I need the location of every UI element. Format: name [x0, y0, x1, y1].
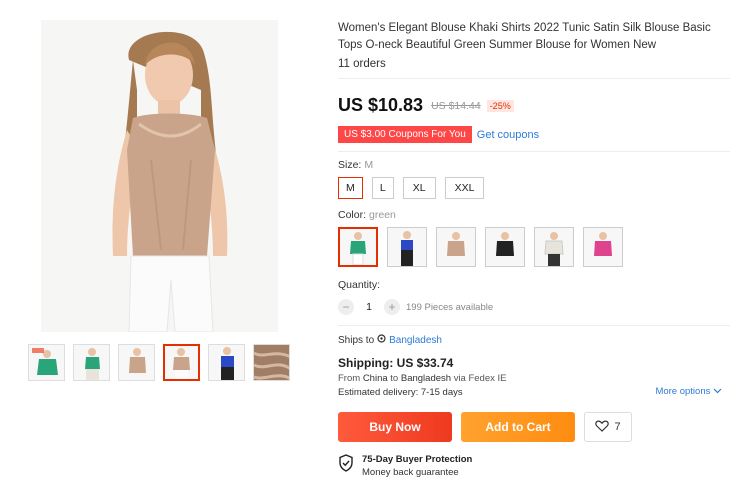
thumbnail-3[interactable] [118, 344, 155, 381]
color-swatch-pink[interactable] [583, 227, 623, 267]
product-title: Women's Elegant Blouse Khaki Shirts 2022… [338, 22, 711, 51]
more-options-link[interactable]: More options [655, 386, 722, 397]
size-option-xl[interactable]: XL [402, 177, 436, 199]
divider [338, 151, 730, 152]
more-options-label: More options [655, 386, 711, 397]
size-selected-value: M [364, 159, 374, 171]
quantity-available: 199 Pieces available [406, 301, 494, 313]
ships-to-label: Ships to [338, 335, 375, 346]
discount-badge: -25% [486, 99, 514, 112]
size-label-row: Size: M [338, 159, 730, 171]
buy-now-button[interactable]: Buy Now [338, 412, 452, 442]
wishlist-button[interactable]: 7 [584, 412, 632, 442]
buyer-protection: 75-Day Buyer Protection Money back guara… [338, 454, 730, 478]
chevron-down-icon [713, 386, 722, 397]
size-option-l[interactable]: L [371, 177, 394, 199]
route-prefix: From [338, 373, 361, 384]
size-label: Size: [338, 159, 362, 171]
quantity-decrease-button[interactable]: − [338, 299, 354, 315]
color-swatch-green[interactable] [338, 227, 378, 267]
route-from: China [362, 373, 388, 384]
thumbnail-4-selected[interactable] [163, 344, 200, 381]
shield-check-icon [338, 454, 354, 477]
quantity-value[interactable]: 1 [354, 301, 384, 313]
color-label-row: Color: green [338, 209, 730, 221]
thumbnail-5[interactable] [208, 344, 245, 381]
action-buttons: Buy Now Add to Cart 7 [338, 412, 730, 442]
color-swatch-khaki[interactable] [436, 227, 476, 267]
thumbnail-strip [28, 344, 290, 381]
protection-subtitle: Money back guarantee [362, 467, 459, 478]
route-to: Bangladesh [400, 373, 452, 384]
color-options [338, 227, 730, 267]
thumbnail-6-fabric[interactable] [253, 344, 290, 381]
protection-text: 75-Day Buyer Protection Money back guara… [362, 454, 472, 478]
coupon-row: US $3.00 Coupons For You Get coupons [338, 126, 730, 143]
delivery-row: Estimated delivery: 7-15 days More optio… [338, 386, 730, 400]
divider [338, 78, 730, 79]
color-swatch-black[interactable] [485, 227, 525, 267]
coupon-tag[interactable]: US $3.00 Coupons For You [338, 126, 472, 143]
color-selected-value: green [369, 209, 396, 221]
location-pin-icon [377, 334, 386, 347]
shipping-route: From China to Bangladesh via Fedex IE [338, 372, 730, 386]
heart-icon [595, 420, 610, 435]
wishlist-count: 7 [614, 421, 621, 433]
quantity-stepper: − 1 + 199 Pieces available [338, 299, 730, 315]
current-price: US $10.83 [338, 95, 424, 115]
main-product-image[interactable] [41, 20, 278, 332]
size-option-xxl[interactable]: XXL [444, 177, 485, 199]
color-swatch-white[interactable] [534, 227, 574, 267]
shipping-cost: Shipping: US $33.74 [338, 356, 454, 370]
thumbnail-2[interactable] [73, 344, 110, 381]
route-to-word: to [390, 373, 399, 384]
price-row: US $10.83 US $14.44 -25% [338, 95, 730, 116]
get-coupons-link[interactable]: Get coupons [477, 129, 539, 141]
size-option-m[interactable]: M [338, 177, 363, 199]
protection-title: 75-Day Buyer Protection [362, 454, 473, 465]
route-carrier: via Fedex IE [453, 373, 507, 384]
ships-to-row: Ships to Bangladesh [338, 334, 730, 347]
quantity-increase-button[interactable]: + [384, 299, 400, 315]
size-options: M L XL XXL [338, 177, 730, 199]
thumbnail-1[interactable] [28, 344, 65, 381]
order-count: 11 orders [338, 58, 386, 70]
original-price: US $14.44 [431, 99, 481, 112]
product-details: Women's Elegant Blouse Khaki Shirts 2022… [338, 20, 730, 478]
quantity-label: Quantity: [338, 279, 381, 291]
color-swatch-blue[interactable] [387, 227, 427, 267]
add-to-cart-button[interactable]: Add to Cart [461, 412, 575, 442]
divider [338, 325, 730, 326]
ships-to-destination[interactable]: Bangladesh [389, 335, 442, 346]
color-label: Color: [338, 209, 367, 221]
